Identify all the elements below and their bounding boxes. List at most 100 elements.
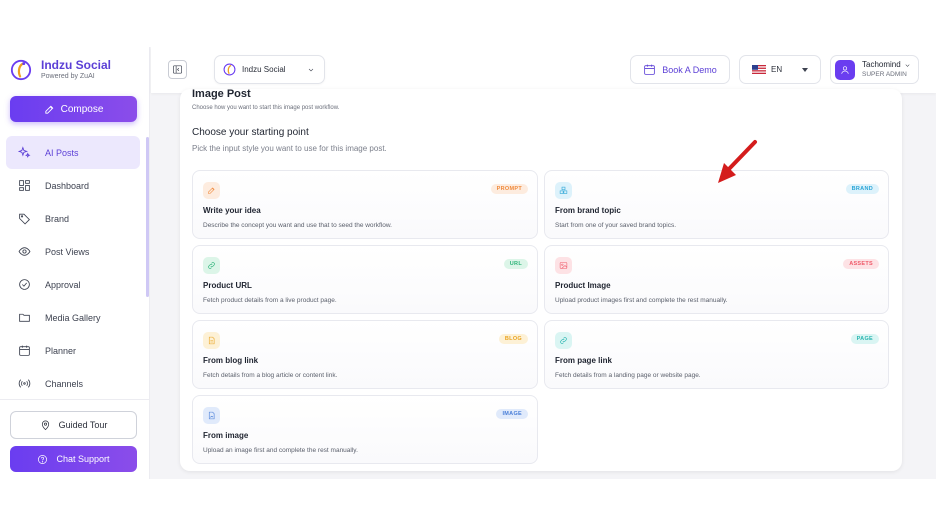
compose-label: Compose xyxy=(60,103,104,115)
option-title: Product Image xyxy=(555,281,611,290)
calendar-icon xyxy=(19,345,30,356)
image-icon xyxy=(559,262,568,269)
sidebar-item-approval[interactable]: Approval xyxy=(6,268,140,301)
option-title: From page link xyxy=(555,356,612,365)
chat-support-button[interactable]: Chat Support xyxy=(10,446,137,472)
sidebar-item-label: Brand xyxy=(45,213,70,224)
guided-tour-button[interactable]: Guided Tour xyxy=(10,411,137,439)
sidebar-item-ai-posts[interactable]: AI Posts xyxy=(6,136,140,169)
option-tag: ASSETS xyxy=(843,259,879,269)
chat-support-label: Chat Support xyxy=(56,454,110,464)
language-selector[interactable]: EN xyxy=(739,55,821,84)
option-title: Write your idea xyxy=(203,206,261,215)
help-circle-icon xyxy=(38,454,48,464)
caret-down-icon xyxy=(802,68,808,72)
option-icon-wrap xyxy=(203,257,220,274)
eye-icon xyxy=(18,247,31,256)
sidebar-scrollbar[interactable] xyxy=(146,137,149,297)
logo-mark-icon xyxy=(10,59,32,81)
compose-button[interactable]: Compose xyxy=(10,96,137,122)
sidebar-item-channels[interactable]: Channels xyxy=(6,367,140,400)
option-description: Describe the concept you want and use th… xyxy=(203,222,392,229)
book-demo-button[interactable]: Book A Demo xyxy=(630,55,730,84)
option-description: Start from one of your saved brand topic… xyxy=(555,222,677,229)
option-icon-wrap xyxy=(555,257,572,274)
option-description: Fetch details from a blog article or con… xyxy=(203,372,338,379)
workspace-name: Indzu Social xyxy=(242,65,286,74)
option-from-blog-link[interactable]: BLOG From blog link Fetch details from a… xyxy=(192,320,538,389)
app-name: Indzu Social xyxy=(41,58,112,72)
workspace-selector[interactable]: Indzu Social xyxy=(214,55,325,84)
grid-icon xyxy=(19,180,30,191)
option-icon-wrap xyxy=(203,332,220,349)
app-frame: Indzu Social Powered by ZuAI Compose AI … xyxy=(0,47,936,479)
sidebar-item-label: Channels xyxy=(45,378,84,389)
check-circle-icon xyxy=(19,279,30,290)
page-subtitle: Choose how you want to start this image … xyxy=(192,105,340,111)
us-flag-icon xyxy=(752,65,766,74)
panel-collapse-icon xyxy=(173,65,182,74)
option-title: From brand topic xyxy=(555,206,621,215)
avatar xyxy=(835,59,855,80)
option-tag: BRAND xyxy=(845,184,879,194)
link-icon xyxy=(560,337,567,344)
sidebar-toggle-button[interactable] xyxy=(168,60,187,79)
option-write-your-idea[interactable]: PROMPT Write your idea Describe the conc… xyxy=(192,170,538,239)
broadcast-icon xyxy=(18,379,31,388)
option-tag: BLOG xyxy=(498,334,528,344)
calendar-icon xyxy=(644,64,655,75)
option-description: Fetch details from a landing page or web… xyxy=(555,372,701,379)
app-logo[interactable]: Indzu Social Powered by ZuAI xyxy=(10,59,111,81)
link-icon xyxy=(208,262,215,269)
guided-tour-label: Guided Tour xyxy=(58,420,108,430)
language-code: EN xyxy=(771,65,783,74)
workspace-logo-icon xyxy=(223,63,236,76)
sidebar-item-planner[interactable]: Planner xyxy=(6,334,140,367)
option-from-image[interactable]: IMAGE From image Upload an image first a… xyxy=(192,395,538,464)
option-description: Upload an image first and complete the r… xyxy=(203,447,358,454)
option-icon-wrap xyxy=(203,407,220,424)
edit-icon xyxy=(208,187,215,194)
option-description: Fetch product details from a live produc… xyxy=(203,297,337,304)
option-product-url[interactable]: URL Product URL Fetch product details fr… xyxy=(192,245,538,314)
option-tag: PAGE xyxy=(850,334,879,344)
sidebar-item-label: Post Views xyxy=(45,246,90,257)
option-from-page-link[interactable]: PAGE From page link Fetch details from a… xyxy=(544,320,889,389)
sidebar-item-label: Dashboard xyxy=(45,180,90,191)
sidebar: Indzu Social Powered by ZuAI Compose AI … xyxy=(0,47,150,479)
sidebar-item-label: AI Posts xyxy=(45,147,79,158)
chevron-down-icon xyxy=(308,68,314,72)
folder-icon xyxy=(19,313,30,322)
sidebar-item-post-views[interactable]: Post Views xyxy=(6,235,140,268)
sidebar-item-media-gallery[interactable]: Media Gallery xyxy=(6,301,140,334)
sidebar-item-label: Media Gallery xyxy=(45,312,101,323)
sidebar-item-label: Planner xyxy=(45,345,77,356)
option-tag: PROMPT xyxy=(490,184,528,194)
cubes-icon xyxy=(559,186,568,194)
option-tag: URL xyxy=(503,259,528,269)
file-image-icon xyxy=(208,411,215,420)
option-title: From image xyxy=(203,431,249,440)
option-product-image[interactable]: ASSETS Product Image Upload product imag… xyxy=(544,245,889,314)
sparkle-icon xyxy=(18,146,31,158)
annotation-arrow-icon xyxy=(718,140,757,183)
top-header: Indzu Social Book A Demo EN Tachomind SU… xyxy=(151,47,936,93)
user-icon xyxy=(841,65,849,74)
option-title: Product URL xyxy=(203,281,252,290)
option-title: From blog link xyxy=(203,356,259,365)
sidebar-item-brand[interactable]: Brand xyxy=(6,202,140,235)
tag-icon xyxy=(19,213,30,225)
sidebar-divider xyxy=(0,399,150,400)
location-pin-icon xyxy=(41,420,49,430)
sidebar-item-dashboard[interactable]: Dashboard xyxy=(6,169,140,202)
page-title: Image Post xyxy=(192,89,251,100)
section-title: Choose your starting point xyxy=(192,127,309,138)
section-subtitle: Pick the input style you want to use for… xyxy=(192,144,387,153)
user-menu[interactable]: Tachomind SUPER ADMIN xyxy=(830,55,919,84)
chevron-down-icon xyxy=(905,63,910,67)
compose-edit-icon xyxy=(44,105,53,114)
option-icon-wrap xyxy=(555,332,572,349)
option-description: Upload product images first and complete… xyxy=(555,297,728,304)
sidebar-nav: AI Posts Dashboard Brand Post Views Appr… xyxy=(6,136,140,400)
option-tag: IMAGE xyxy=(496,409,528,419)
